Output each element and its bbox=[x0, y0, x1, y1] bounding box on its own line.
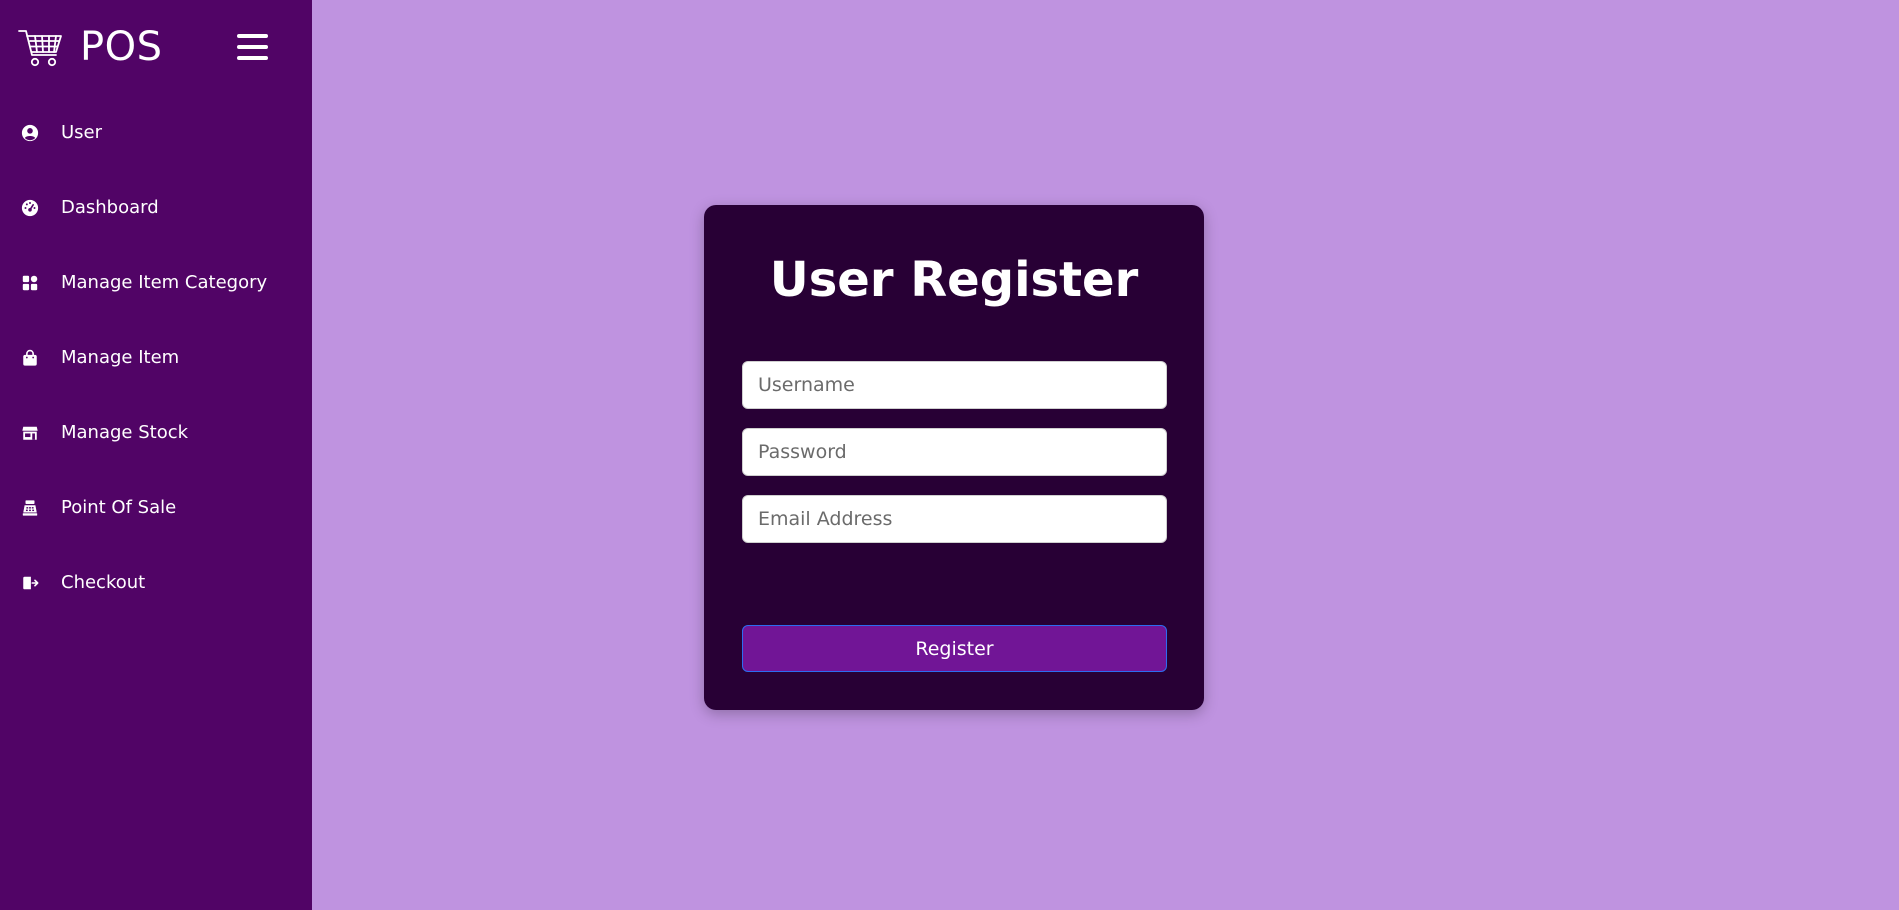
sign-out-icon bbox=[20, 573, 40, 593]
sidebar-item-manage-item[interactable]: Manage Item bbox=[0, 320, 312, 395]
register-button[interactable]: Register bbox=[742, 625, 1167, 672]
store-icon bbox=[20, 423, 40, 443]
password-input[interactable] bbox=[742, 428, 1167, 476]
form-title: User Register bbox=[769, 252, 1139, 308]
sidebar-nav: User Dashboard Manage Item Category Mana… bbox=[0, 95, 312, 620]
email-input[interactable] bbox=[742, 495, 1167, 543]
brand-title: POS bbox=[80, 24, 163, 70]
sidebar-item-manage-stock[interactable]: Manage Stock bbox=[0, 395, 312, 470]
sidebar-item-checkout[interactable]: Checkout bbox=[0, 545, 312, 620]
sidebar-item-label: User bbox=[61, 122, 103, 143]
sidebar-item-label: Manage Item Category bbox=[61, 272, 268, 293]
cart-icon bbox=[18, 30, 62, 67]
sidebar-item-label: Checkout bbox=[61, 572, 146, 593]
gauge-icon bbox=[20, 198, 40, 218]
shopping-bag-icon bbox=[20, 348, 40, 368]
user-circle-icon bbox=[20, 123, 40, 143]
sidebar-item-label: Dashboard bbox=[61, 197, 159, 218]
sidebar-item-dashboard[interactable]: Dashboard bbox=[0, 170, 312, 245]
sidebar-item-user[interactable]: User bbox=[0, 95, 312, 170]
hamburger-icon[interactable] bbox=[234, 28, 274, 66]
sidebar-item-point-of-sale[interactable]: Point Of Sale bbox=[0, 470, 312, 545]
username-input[interactable] bbox=[742, 361, 1167, 409]
sidebar: POS User Dashboard Manage Item Category bbox=[0, 0, 312, 910]
grid-icon bbox=[20, 273, 40, 293]
register-card: User Register Register bbox=[704, 205, 1204, 710]
sidebar-item-label: Point Of Sale bbox=[61, 497, 177, 518]
sidebar-item-manage-item-category[interactable]: Manage Item Category bbox=[0, 245, 312, 320]
cash-register-icon bbox=[20, 498, 40, 518]
sidebar-item-label: Manage Stock bbox=[61, 422, 189, 443]
sidebar-item-label: Manage Item bbox=[61, 347, 180, 368]
brand[interactable]: POS bbox=[18, 22, 163, 72]
